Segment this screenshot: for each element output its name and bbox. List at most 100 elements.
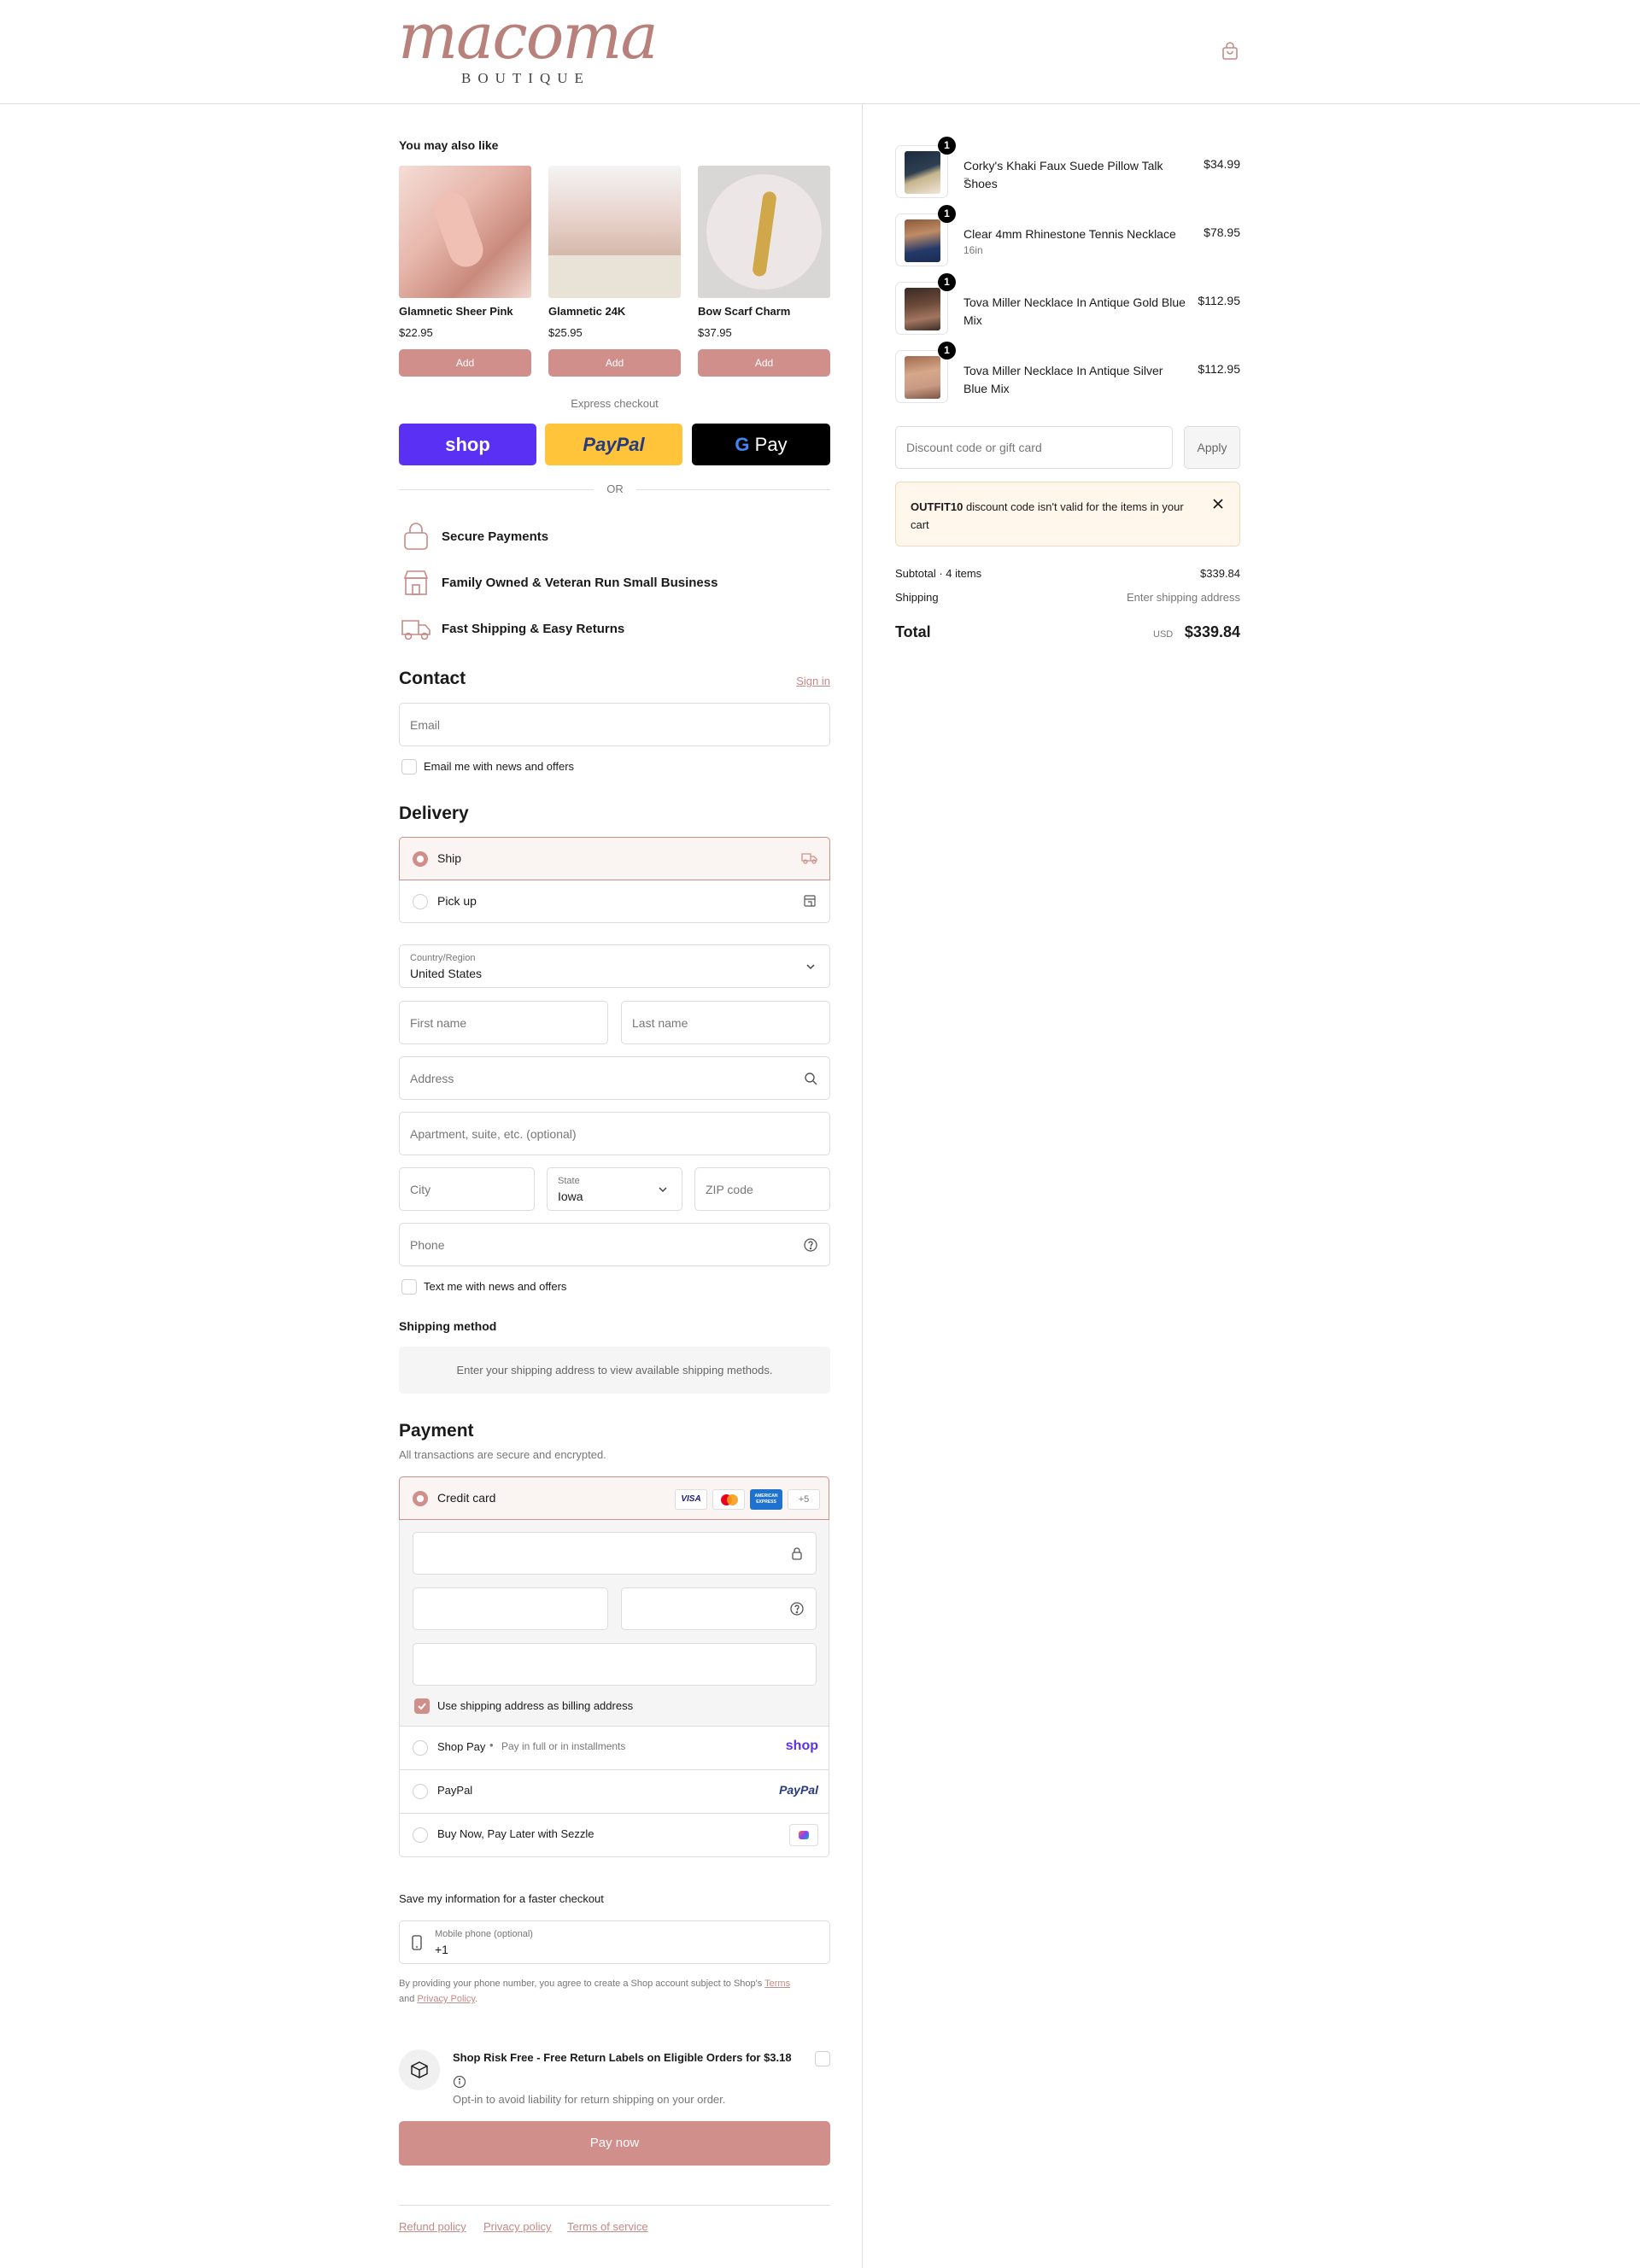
upsell-title: You may also like xyxy=(399,138,499,152)
shop-pay-express-button[interactable]: shop xyxy=(399,424,536,465)
sign-in-link[interactable]: Sign in xyxy=(769,675,830,687)
shop-pay-option[interactable]: Shop Pay • Pay in full or in installment… xyxy=(399,1727,829,1770)
divider xyxy=(399,489,594,490)
contact-heading: Contact xyxy=(399,669,466,688)
ship-radio[interactable] xyxy=(413,851,428,867)
upsell-add-button[interactable]: Add xyxy=(399,349,531,377)
card-number-field[interactable] xyxy=(413,1532,817,1575)
phone-field[interactable]: Phone xyxy=(399,1223,830,1266)
privacy-policy-footer-link[interactable]: Privacy policy xyxy=(483,2220,551,2233)
sezzle-label: Buy Now, Pay Later with Sezzle xyxy=(437,1827,594,1840)
first-name-field[interactable]: First name xyxy=(399,1001,608,1044)
trust-badge-label: Family Owned & Veteran Run Small Busines… xyxy=(442,576,718,590)
or-separator: OR xyxy=(606,482,624,495)
refund-policy-link[interactable]: Refund policy xyxy=(399,2220,466,2233)
address-field[interactable]: Address xyxy=(399,1056,830,1100)
google-pay-express-button[interactable]: G Pay xyxy=(692,424,830,465)
billing-same-label: Use shipping address as billing address xyxy=(437,1699,634,1712)
quantity-badge: 1 xyxy=(938,273,956,291)
sezzle-option[interactable]: Buy Now, Pay Later with Sezzle xyxy=(399,1814,829,1857)
help-circle-icon[interactable] xyxy=(804,1237,817,1252)
product-thumbnail xyxy=(895,350,948,403)
product-price: $78.95 xyxy=(1204,225,1240,239)
zip-field[interactable]: ZIP code xyxy=(694,1167,830,1211)
store-icon xyxy=(804,895,816,907)
trust-badge-label: Secure Payments xyxy=(442,529,549,544)
header: macoma BOUTIQUE xyxy=(0,0,1640,104)
shopping-bag-icon[interactable] xyxy=(1220,41,1240,61)
paypal-express-button[interactable]: PayPal xyxy=(545,424,682,465)
shop-pay-radio[interactable] xyxy=(413,1740,428,1756)
apply-discount-button[interactable]: Apply xyxy=(1184,426,1240,469)
payment-subtitle: All transactions are secure and encrypte… xyxy=(399,1448,606,1461)
paypal-radio[interactable] xyxy=(413,1784,428,1799)
discount-code-input[interactable]: Discount code or gift card xyxy=(895,426,1173,469)
remember-title: Save my information for a faster checkou… xyxy=(399,1892,604,1905)
chevron-down-icon xyxy=(806,963,815,969)
pickup-option[interactable]: Pick up xyxy=(399,880,830,923)
paypal-option[interactable]: PayPal PayPal xyxy=(399,1770,829,1814)
lock-icon xyxy=(792,1547,802,1560)
total-label: Total xyxy=(895,623,931,640)
mastercard-icon xyxy=(712,1489,745,1510)
pay-now-button[interactable]: Pay now xyxy=(399,2121,830,2166)
risk-free-checkbox[interactable] xyxy=(815,2051,830,2066)
text-news-checkbox[interactable] xyxy=(401,1279,417,1295)
card-expiry-field[interactable] xyxy=(413,1587,608,1630)
city-field[interactable]: City xyxy=(399,1167,535,1211)
delivery-truck-icon xyxy=(401,620,430,640)
info-icon[interactable] xyxy=(453,2075,466,2089)
state-select[interactable]: State Iowa xyxy=(547,1167,682,1211)
delivery-heading: Delivery xyxy=(399,804,469,823)
card-fields-panel: Use shipping address as billing address xyxy=(399,1520,829,1727)
discount-error-alert: OUTFIT10 discount code isn't valid for t… xyxy=(895,482,1240,547)
pickup-label: Pick up xyxy=(437,894,477,908)
email-news-checkbox[interactable] xyxy=(401,759,417,775)
product-thumbnail xyxy=(895,145,948,198)
summary-line-item: 1 Corky's Khaki Faux Suede Pillow Talk S… xyxy=(895,137,1240,202)
product-price: $112.95 xyxy=(1198,294,1240,307)
product-image-bow-charm[interactable] xyxy=(698,166,830,298)
mobile-phone-icon xyxy=(412,1935,422,1950)
upsell-name: Glamnetic Sheer Pink xyxy=(399,305,513,318)
paypal-label: PayPal xyxy=(437,1784,473,1797)
sezzle-radio[interactable] xyxy=(413,1827,428,1843)
brand-logo-subtitle: BOUTIQUE xyxy=(461,70,590,86)
product-image-sheer-pink[interactable] xyxy=(399,166,531,298)
upsell-price: $22.95 xyxy=(399,326,433,339)
product-variant: 7 xyxy=(964,176,969,188)
close-icon[interactable] xyxy=(1212,498,1224,510)
upsell-name: Bow Scarf Charm xyxy=(698,305,791,318)
product-price: $34.99 xyxy=(1204,157,1240,171)
pickup-radio[interactable] xyxy=(413,894,428,909)
upsell-add-button[interactable]: Add xyxy=(698,349,830,377)
product-variant: 16in xyxy=(964,244,983,256)
paypal-logo: PayPal xyxy=(779,1783,818,1797)
divider xyxy=(636,489,830,490)
privacy-policy-link[interactable]: Privacy Policy xyxy=(417,1994,475,2004)
email-field[interactable]: Email xyxy=(399,703,830,746)
product-price: $112.95 xyxy=(1198,362,1240,376)
credit-card-label: Credit card xyxy=(437,1491,496,1505)
country-select[interactable]: Country/Region United States xyxy=(399,944,830,988)
terms-of-service-link[interactable]: Terms of service xyxy=(567,2220,648,2233)
total-value: $339.84 xyxy=(1184,623,1240,640)
billing-same-checkbox[interactable] xyxy=(414,1698,430,1714)
card-cvv-field[interactable] xyxy=(621,1587,817,1630)
mobile-phone-field[interactable]: Mobile phone (optional) +1 xyxy=(399,1920,830,1964)
credit-card-radio[interactable] xyxy=(413,1491,428,1506)
shop-pay-label: Shop Pay xyxy=(437,1740,486,1753)
terms-link[interactable]: Terms xyxy=(764,1979,790,1989)
help-circle-icon[interactable] xyxy=(790,1602,804,1616)
last-name-field[interactable]: Last name xyxy=(621,1001,830,1044)
ship-option[interactable]: Ship xyxy=(399,837,830,880)
product-image-24k[interactable] xyxy=(548,166,681,298)
apartment-field[interactable]: Apartment, suite, etc. (optional) xyxy=(399,1112,830,1155)
credit-card-option[interactable]: Credit card VISA AMERICAN EXPRESS +5 xyxy=(399,1476,829,1520)
brand-logo[interactable]: macoma xyxy=(398,0,659,73)
email-news-label: Email me with news and offers xyxy=(424,760,575,773)
upsell-add-button[interactable]: Add xyxy=(548,349,681,377)
card-name-field[interactable] xyxy=(413,1643,817,1686)
checkmark-icon xyxy=(418,1703,426,1710)
payment-heading: Payment xyxy=(399,1421,474,1441)
